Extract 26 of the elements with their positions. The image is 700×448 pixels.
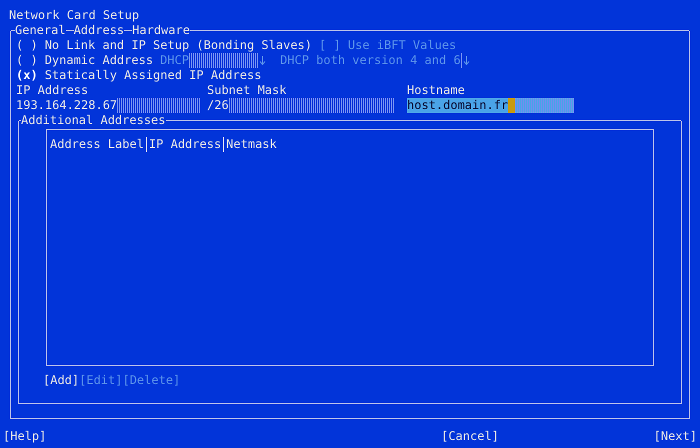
radio-button[interactable]: ( ) <box>16 53 38 68</box>
action-button[interactable]: [Add] <box>43 373 80 388</box>
radio-label[interactable]: Statically Assigned IP Address <box>44 68 262 83</box>
field-label: Hostname <box>407 83 465 98</box>
tab[interactable]: General <box>15 23 66 38</box>
group-title: Additional Addresses <box>21 113 166 128</box>
radio-button[interactable]: ( ) <box>16 38 38 53</box>
window-title: Network Card Setup <box>9 8 140 23</box>
field-label: Subnet Mask <box>207 83 286 98</box>
column-header[interactable]: IP Address <box>148 137 222 152</box>
radio-label[interactable]: Dynamic Address <box>44 53 154 68</box>
input-field[interactable]: 193.164.228.67 <box>16 98 200 113</box>
field-label: IP Address <box>16 83 88 98</box>
radio-label[interactable]: No Link and IP Setup (Bonding Slaves) <box>44 38 312 53</box>
down-arrow-icon <box>463 55 470 66</box>
cancel-button[interactable]: [Cancel] <box>441 429 499 444</box>
radio-button[interactable]: (x) <box>16 68 38 83</box>
tab[interactable]: Address <box>74 23 124 38</box>
help-button[interactable]: [Help] <box>3 429 46 444</box>
column-header[interactable]: Address Label <box>50 137 144 152</box>
address-table[interactable]: Address Label IP Address Netmask <box>46 129 654 366</box>
next-button[interactable]: [Next] <box>654 429 697 444</box>
tab[interactable]: Hardware <box>132 23 190 38</box>
input-field[interactable]: host.domain.fr <box>407 98 574 113</box>
down-arrow-icon <box>259 55 266 66</box>
column-header[interactable]: Netmask <box>226 137 277 152</box>
